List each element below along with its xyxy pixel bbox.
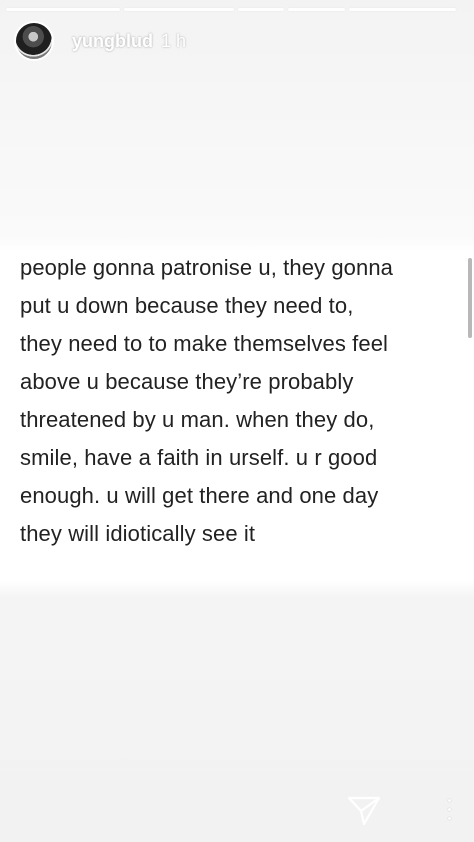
story-caption: people gonna patronise u, they gonna put…: [20, 249, 462, 553]
post-time: 1 h: [160, 30, 187, 51]
story-viewer[interactable]: yungblud 1 h people gonna patronise u, t…: [0, 0, 474, 842]
progress-segment: [238, 8, 284, 11]
avatar[interactable]: [14, 21, 54, 61]
caption-line: threatened by u man. when they do,: [20, 407, 375, 432]
progress-segment: [349, 8, 456, 11]
story-header: yungblud 1 h: [14, 18, 460, 64]
progress-segment: [6, 8, 120, 11]
paper-plane-icon: [347, 796, 381, 826]
more-options-button[interactable]: [443, 799, 455, 823]
caption-line: smile, have a faith in urself. u r good: [20, 445, 378, 470]
progress-segment: [288, 8, 345, 11]
caption-line: they will idiotically see it: [20, 521, 256, 546]
username[interactable]: yungblud: [72, 31, 153, 52]
caption-line: they need to to make themselves feel: [20, 331, 389, 356]
story-progress-bar: [6, 8, 468, 11]
scrollbar[interactable]: [468, 258, 472, 338]
caption-line: people gonna patronise u, they gonna: [20, 255, 394, 280]
progress-segment: [124, 8, 234, 11]
more-vertical-icon: [443, 799, 455, 820]
caption-line: put u down because they need to,: [20, 293, 354, 318]
send-button[interactable]: [344, 790, 384, 830]
caption-line: above u because they’re probably: [20, 369, 354, 394]
caption-line: enough. u will get there and one day: [20, 483, 379, 508]
